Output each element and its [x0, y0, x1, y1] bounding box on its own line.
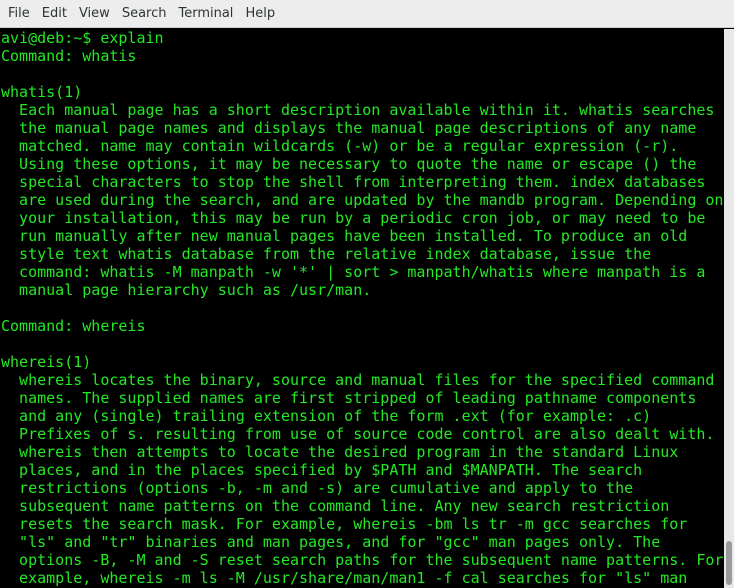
terminal-line: example, whereis -m ls -M /usr/share/man… — [1, 569, 688, 587]
terminal-line: whereis then attempts to locate the desi… — [1, 443, 679, 461]
terminal-output[interactable]: avi@deb:~$ explain Command: whatis whatis(… — [0, 29, 724, 588]
terminal-line: places, and in the places specified by $… — [1, 461, 643, 479]
scrollbar-thumb[interactable] — [726, 541, 732, 585]
terminal-line: Command: whereis — [1, 317, 146, 335]
menu-bar: File Edit View Search Terminal Help — [0, 0, 734, 28]
terminal-line: "ls" and "tr" binaries and man pages, an… — [1, 533, 661, 551]
terminal-line: whereis(1) — [1, 353, 92, 371]
terminal-line: and any (single) trailing extension of t… — [1, 407, 652, 425]
terminal-line: Prefixes of s. resulting from use of sou… — [1, 425, 715, 443]
terminal-line: manual page hierarchy such as /usr/man. — [1, 281, 372, 299]
terminal-line: resets the search mask. For example, whe… — [1, 515, 688, 533]
terminal-line: Using these options, it may be necessary… — [1, 155, 697, 173]
terminal-line: your installation, this may be run by a … — [1, 209, 706, 227]
terminal-line: whereis locates the binary, source and m… — [1, 371, 715, 389]
menu-terminal[interactable]: Terminal — [172, 6, 239, 21]
menu-help[interactable]: Help — [239, 6, 281, 21]
scrollbar[interactable] — [724, 29, 734, 588]
menu-file[interactable]: File — [2, 6, 36, 21]
terminal-line: options -B, -M and -S reset search paths… — [1, 551, 724, 569]
terminal-line: Command: whatis — [1, 47, 137, 65]
menu-search[interactable]: Search — [116, 6, 173, 21]
terminal-line: restrictions (options -b, -m and -s) are… — [1, 479, 634, 497]
terminal-line: are used during the search, and are upda… — [1, 191, 724, 209]
terminal-line: run manually after new manual pages have… — [1, 227, 688, 245]
terminal-line: matched. name may contain wildcards (-w)… — [1, 137, 679, 155]
terminal-line: names. The supplied names are first stri… — [1, 389, 697, 407]
terminal-line: the manual page names and displays the m… — [1, 119, 697, 137]
terminal-line: avi@deb:~$ explain — [1, 29, 164, 47]
terminal-line: style text whatis database from the rela… — [1, 245, 652, 263]
terminal-line: whatis(1) — [1, 83, 83, 101]
terminal-line: subsequent name patterns on the command … — [1, 497, 670, 515]
terminal-line: special characters to stop the shell fro… — [1, 173, 706, 191]
menu-edit[interactable]: Edit — [36, 6, 73, 21]
terminal-line: Each manual page has a short description… — [1, 101, 715, 119]
menu-view[interactable]: View — [73, 6, 116, 21]
terminal-line: command: whatis -M manpath -w '*' | sort… — [1, 263, 706, 281]
